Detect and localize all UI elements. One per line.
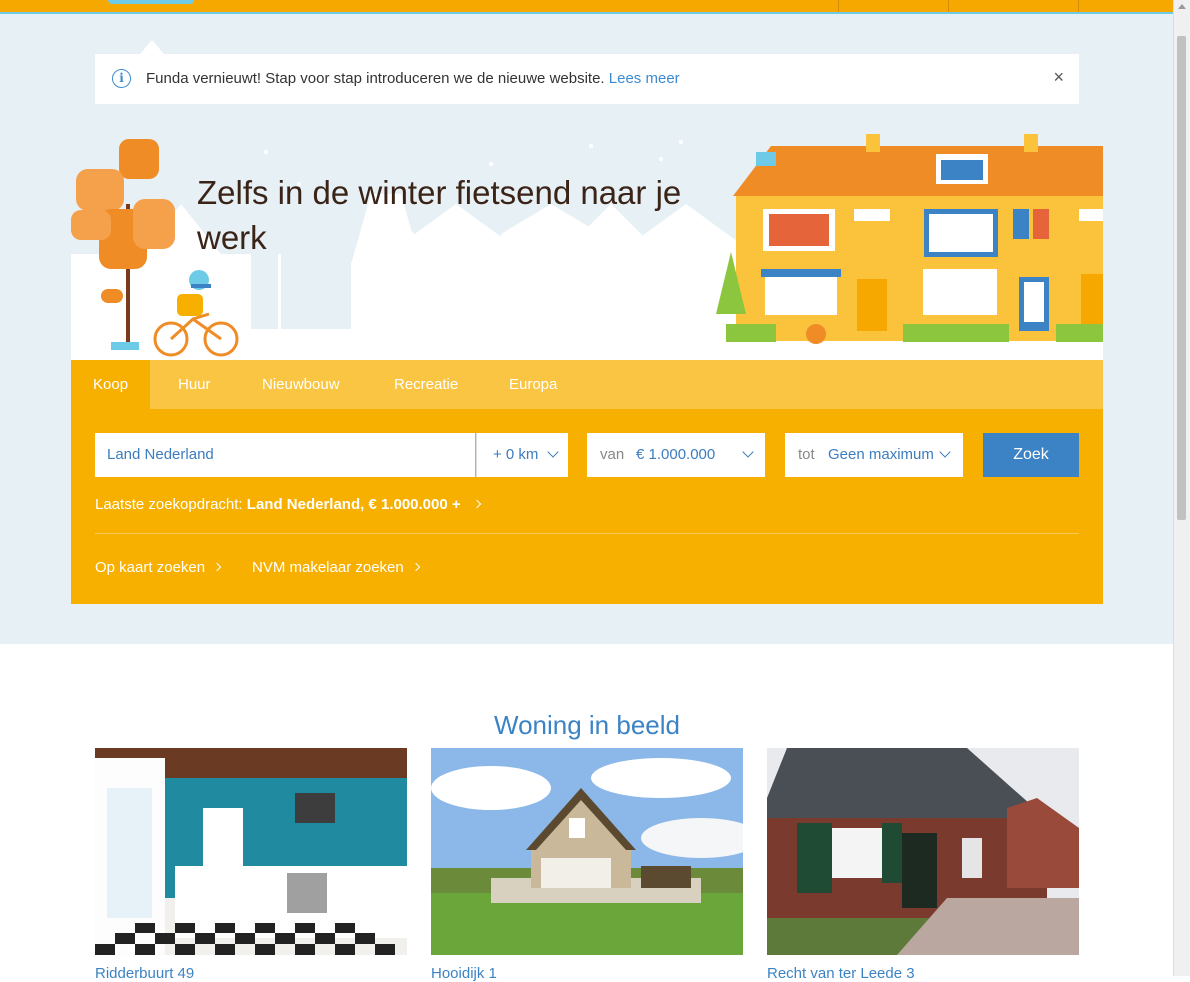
map-search-link[interactable]: Op kaart zoeken [95,559,222,576]
listing-title[interactable]: Hooidijk 1 [431,965,497,982]
close-icon[interactable]: × [1053,67,1064,88]
section-title: Woning in beeld [494,709,680,740]
tab-nieuwbouw[interactable]: Nieuwbouw [240,360,362,409]
chevron-right-icon [212,562,222,572]
scrollbar-thumb[interactable] [1177,36,1186,520]
chevron-down-icon [742,446,754,458]
search-button[interactable]: Zoek [983,433,1079,477]
divider [95,533,1079,534]
radius-select[interactable]: + 0 km [476,433,568,477]
price-from-value: € 1.000.000 [636,446,716,463]
top-header-bar [0,0,1174,14]
listing-image-brick-house[interactable] [767,748,1079,955]
price-from-label: van [600,446,625,463]
listing-title[interactable]: Ridderbuurt 49 [95,965,194,982]
search-tabs: Koop Huur Nieuwbouw Recreatie Europa [71,360,1103,409]
chevron-right-icon [472,499,482,509]
chevron-down-icon [939,446,951,458]
price-to-select[interactable]: tot Geen maximum [785,433,963,477]
tab-koop[interactable]: Koop [71,360,151,409]
chevron-down-icon [547,446,559,458]
listing-image-kitchen[interactable] [95,748,407,955]
header-divider [948,0,949,12]
scroll-up-icon[interactable] [1178,4,1186,9]
hero-title: Zelfs in de winter fietsend naar je werk [197,174,682,256]
listing-title[interactable]: Recht van ter Leede 3 [767,965,915,982]
announcement-banner: i Funda vernieuwt! Stap voor stap introd… [95,54,1079,104]
location-value: Land Nederland [107,446,214,463]
nvm-broker-label: NVM makelaar zoeken [252,559,404,576]
recent-search[interactable]: Laatste zoekopdracht: Land Nederland, € … [95,496,482,513]
read-more-link[interactable]: Lees meer [609,70,680,87]
location-input[interactable]: Land Nederland [95,433,475,477]
announcement-text: Funda vernieuwt! Stap voor stap introduc… [146,70,680,87]
nvm-broker-link[interactable]: NVM makelaar zoeken [252,559,420,576]
header-divider [838,0,839,12]
chevron-right-icon [411,562,420,572]
price-to-label: tot [798,446,815,463]
recent-search-value: Land Nederland, € 1.000.000 + [246,496,461,513]
tab-recreatie[interactable]: Recreatie [372,360,480,409]
map-search-label: Op kaart zoeken [95,559,206,576]
search-panel: Koop Huur Nieuwbouw Recreatie Europa Lan… [71,360,1103,604]
tab-europa[interactable]: Europa [487,360,579,409]
header-divider [1078,0,1079,12]
price-from-select[interactable]: van € 1.000.000 [587,433,765,477]
info-icon: i [112,69,131,88]
listing-image-thatched-house[interactable] [431,748,743,955]
vertical-scrollbar[interactable] [1173,0,1190,976]
notice-arrow [140,40,164,54]
recent-search-prefix: Laatste zoekopdracht: [95,496,243,513]
tab-huur[interactable]: Huur [156,360,233,409]
announcement-message: Funda vernieuwt! Stap voor stap introduc… [146,70,605,87]
logo[interactable] [108,0,194,4]
radius-value: + 0 km [493,446,539,463]
price-to-value: Geen maximum [828,446,934,463]
